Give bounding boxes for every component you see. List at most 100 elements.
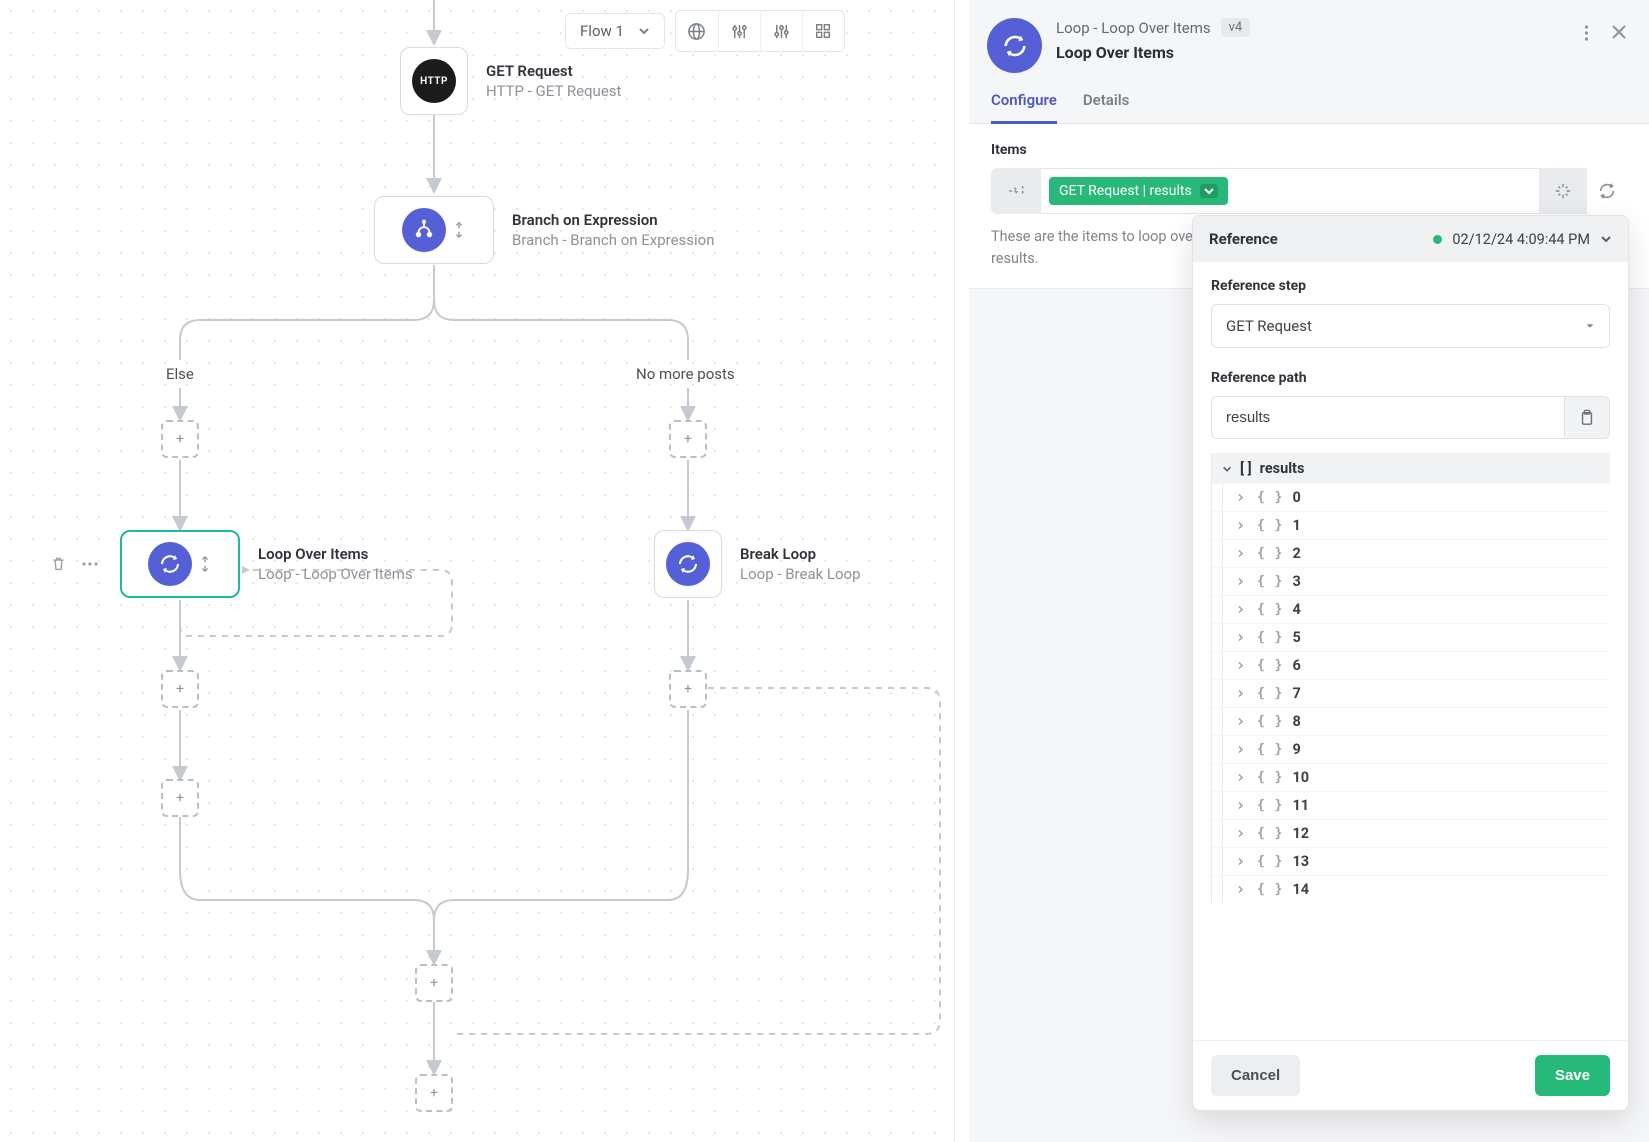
object-icon: { } (1257, 742, 1283, 757)
chevron-right-icon (1236, 801, 1248, 810)
chevron-right-icon (1236, 549, 1248, 558)
chevron-down-icon (1200, 184, 1218, 198)
chevron-down-icon (1600, 233, 1612, 245)
object-icon: { } (1257, 686, 1283, 701)
chevron-right-icon (1236, 773, 1248, 782)
trash-icon[interactable] (50, 555, 67, 572)
tree-item[interactable]: { }2 (1212, 539, 1609, 567)
cancel-button[interactable]: Cancel (1211, 1055, 1300, 1096)
sliders-alt-icon[interactable] (760, 11, 802, 51)
http-icon: HTTP (412, 59, 456, 103)
chevron-right-icon (1236, 577, 1248, 586)
sliders-icon[interactable] (718, 11, 760, 51)
refresh-icon[interactable] (1587, 182, 1627, 200)
node-branch[interactable]: Branch on Expression Branch - Branch on … (374, 196, 715, 264)
add-step-button[interactable]: + (669, 670, 707, 708)
chevron-right-icon (1236, 717, 1248, 726)
loop-icon (148, 542, 192, 586)
tree-item[interactable]: { }7 (1212, 679, 1609, 707)
chevron-right-icon (1236, 829, 1248, 838)
globe-icon[interactable] (676, 11, 718, 51)
tree-item[interactable]: { }6 (1212, 651, 1609, 679)
popover-title: Reference (1209, 230, 1278, 248)
tree-item[interactable]: { }8 (1212, 707, 1609, 735)
array-icon: [ ] (1240, 460, 1252, 477)
reference-icon[interactable] (991, 168, 1041, 214)
items-field[interactable]: GET Request | results (991, 168, 1627, 214)
node-subtitle: Loop - Break Loop (740, 565, 861, 583)
add-step-button[interactable]: + (415, 1074, 453, 1112)
chevron-right-icon (1236, 857, 1248, 866)
branch-label-no-more: No more posts (636, 365, 735, 383)
object-icon: { } (1257, 546, 1283, 561)
object-icon: { } (1257, 490, 1283, 505)
node-title: Break Loop (740, 545, 861, 563)
close-icon[interactable] (1611, 24, 1627, 42)
object-icon: { } (1257, 770, 1283, 785)
panel-breadcrumb: Loop - Loop Over Items (1056, 19, 1211, 37)
object-icon: { } (1257, 826, 1283, 841)
object-icon: { } (1257, 574, 1283, 589)
sparkle-icon[interactable] (1539, 168, 1587, 214)
add-step-button[interactable]: + (161, 779, 199, 817)
node-title: GET Request (486, 62, 621, 80)
tab-details[interactable]: Details (1083, 91, 1129, 123)
flow-selector[interactable]: Flow 1 (565, 13, 665, 49)
flow-label: Flow 1 (580, 22, 624, 40)
tree-item[interactable]: { }13 (1212, 847, 1609, 875)
version-badge: v4 (1221, 18, 1251, 37)
chevron-right-icon (1236, 521, 1248, 530)
object-icon: { } (1257, 854, 1283, 869)
object-icon: { } (1257, 602, 1283, 617)
status-dot-icon (1433, 235, 1442, 244)
chevron-right-icon (1236, 885, 1248, 894)
object-icon: { } (1257, 882, 1283, 897)
object-icon: { } (1257, 714, 1283, 729)
tree-item[interactable]: { }4 (1212, 595, 1609, 623)
more-icon[interactable] (81, 561, 99, 567)
chevron-down-icon (1222, 464, 1232, 474)
reference-tree: [ ] results { }0{ }1{ }2{ }3{ }4{ }5{ }6… (1211, 453, 1610, 903)
more-icon[interactable] (1584, 24, 1589, 42)
tree-root[interactable]: [ ] results (1212, 454, 1610, 483)
add-step-button[interactable]: + (669, 420, 707, 458)
tree-item[interactable]: { }10 (1212, 763, 1609, 791)
tree-item[interactable]: { }9 (1212, 735, 1609, 763)
popover-timestamp[interactable]: 02/12/24 4:09:44 PM (1433, 231, 1612, 248)
tree-item[interactable]: { }3 (1212, 567, 1609, 595)
node-http-request[interactable]: HTTP GET Request HTTP - GET Request (400, 47, 621, 115)
tab-configure[interactable]: Configure (991, 91, 1057, 124)
tree-item[interactable]: { }11 (1212, 791, 1609, 819)
branch-icon (402, 208, 446, 252)
node-title: Loop Over Items (258, 545, 413, 563)
clipboard-icon[interactable] (1564, 396, 1610, 439)
chevron-right-icon (1236, 661, 1248, 670)
chevron-right-icon (1236, 689, 1248, 698)
grid-icon[interactable] (802, 11, 844, 51)
tree-item[interactable]: { }5 (1212, 623, 1609, 651)
save-button[interactable]: Save (1535, 1055, 1610, 1096)
add-step-button[interactable]: + (161, 420, 199, 458)
add-step-button[interactable]: + (415, 964, 453, 1002)
loop-icon (987, 18, 1042, 73)
node-subtitle: Branch - Branch on Expression (512, 231, 715, 249)
reference-pill[interactable]: GET Request | results (1049, 177, 1228, 205)
tree-item[interactable]: { }1 (1212, 511, 1609, 539)
chevron-right-icon (1236, 493, 1248, 502)
expand-arrows-icon[interactable] (452, 221, 466, 239)
panel-title: Loop Over Items (1056, 43, 1570, 62)
add-step-button[interactable]: + (161, 670, 199, 708)
object-icon: { } (1257, 658, 1283, 673)
workflow-canvas[interactable]: Flow 1 HTTP GET Request HTTP - GET Reque… (0, 0, 955, 1142)
tree-item[interactable]: { }12 (1212, 819, 1609, 847)
tree-item[interactable]: { }0 (1212, 483, 1609, 511)
expand-arrows-icon[interactable] (198, 555, 212, 573)
reference-step-select[interactable]: GET Request (1211, 304, 1610, 348)
node-break-loop[interactable]: Break Loop Loop - Break Loop (654, 530, 861, 598)
node-loop-over-items[interactable]: Loop Over Items Loop - Loop Over Items (120, 530, 413, 598)
node-title: Branch on Expression (512, 211, 715, 229)
tree-item[interactable]: { }14 (1212, 875, 1609, 903)
caret-down-icon (1585, 321, 1595, 331)
chevron-right-icon (1236, 745, 1248, 754)
reference-path-input[interactable] (1211, 396, 1564, 439)
